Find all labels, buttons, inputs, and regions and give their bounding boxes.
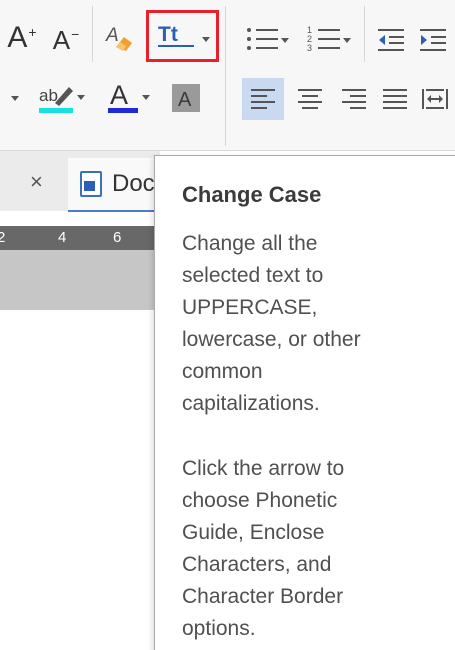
- character-shading-button[interactable]: A: [166, 78, 206, 118]
- ruler-number: 6: [113, 229, 122, 246]
- justify-icon: [383, 89, 407, 109]
- bullets-button[interactable]: [238, 18, 296, 62]
- tooltip-text-line: choose Phonetic: [182, 489, 338, 512]
- ribbon-separator: [364, 6, 365, 62]
- svg-text:A: A: [110, 80, 128, 110]
- align-right-button[interactable]: [334, 78, 374, 120]
- increase-indent-icon: [420, 29, 446, 51]
- ruler-number: 4: [58, 229, 67, 246]
- text-highlight-color-button[interactable]: ab: [28, 76, 94, 118]
- clear-formatting-button[interactable]: A: [98, 16, 140, 60]
- tooltip-text-line: Change all the: [182, 232, 318, 255]
- distributed-icon: [422, 89, 448, 109]
- clear-formatting-icon: A: [105, 25, 132, 51]
- increase-indent-button[interactable]: [414, 18, 452, 62]
- distributed-button[interactable]: [416, 78, 454, 120]
- shrink-font-button[interactable]: A−: [46, 18, 86, 62]
- chevron-down-icon[interactable]: [77, 94, 85, 100]
- change-case-tooltip: Change Case Change all the selected text…: [154, 155, 455, 650]
- align-center-button[interactable]: [290, 78, 330, 120]
- chevron-down-icon[interactable]: [142, 94, 150, 100]
- ribbon-group-separator: [225, 6, 226, 146]
- bullet-list-icon: [247, 28, 278, 50]
- text-highlight-icon: ab: [39, 86, 73, 113]
- svg-text:A: A: [178, 89, 192, 111]
- tooltip-text-line: Characters, and: [182, 553, 332, 576]
- svg-text:3: 3: [307, 43, 312, 53]
- ribbon-separator: [92, 6, 93, 62]
- tooltip-text-line: UPPERCASE,: [182, 296, 318, 319]
- tooltip-text-line: common: [182, 360, 263, 383]
- ribbon: A+ A− A Tt 1 2 3 ab A A: [0, 0, 455, 150]
- grow-font-button[interactable]: A+: [2, 16, 42, 60]
- align-left-button[interactable]: [242, 78, 284, 120]
- decrease-indent-button[interactable]: [372, 18, 410, 62]
- tooltip-text-line: options.: [182, 617, 256, 640]
- character-shading-icon: A: [172, 84, 200, 112]
- numbered-list-icon: 1 2 3: [307, 25, 340, 53]
- screen: A+ A− A Tt 1 2 3 ab A A × Doc 2 4 6 Chan…: [0, 0, 455, 650]
- justify-button[interactable]: [376, 78, 414, 120]
- close-icon[interactable]: ×: [30, 171, 43, 193]
- align-left-icon: [251, 89, 275, 109]
- grow-font-icon: A+: [7, 21, 37, 54]
- align-center-icon: [298, 89, 322, 109]
- tooltip-title: Change Case: [182, 182, 322, 207]
- tooltip-text-line: lowercase, or other: [182, 328, 361, 351]
- svg-text:A: A: [105, 25, 119, 46]
- font-color-icon: A: [108, 80, 138, 113]
- chevron-down-icon[interactable]: [343, 37, 351, 43]
- tooltip-text-line: Click the arrow to: [182, 457, 345, 480]
- align-right-icon: [342, 89, 366, 109]
- change-case-highlight: [146, 10, 219, 62]
- tooltip-text-line: capitalizations.: [182, 392, 320, 415]
- document-tab-label: Doc: [112, 170, 155, 197]
- svg-text:ab: ab: [39, 86, 58, 105]
- ruler-number: 2: [0, 229, 6, 246]
- decrease-indent-icon: [378, 29, 404, 51]
- chevron-down-icon: [11, 95, 19, 101]
- tooltip-text-line: Guide, Enclose: [182, 521, 325, 544]
- shrink-font-icon: A−: [52, 25, 80, 55]
- numbering-button[interactable]: 1 2 3: [300, 18, 358, 62]
- document-canvas-background: [0, 250, 160, 310]
- font-color-button[interactable]: A: [98, 76, 158, 118]
- chevron-down-icon[interactable]: [281, 37, 289, 43]
- tooltip-text-line: selected text to: [182, 264, 324, 287]
- horizontal-ruler[interactable]: [0, 226, 160, 250]
- previous-dropdown-button[interactable]: [4, 80, 26, 116]
- tooltip-text-line: Character Border: [182, 585, 344, 608]
- word-document-icon: [80, 171, 102, 197]
